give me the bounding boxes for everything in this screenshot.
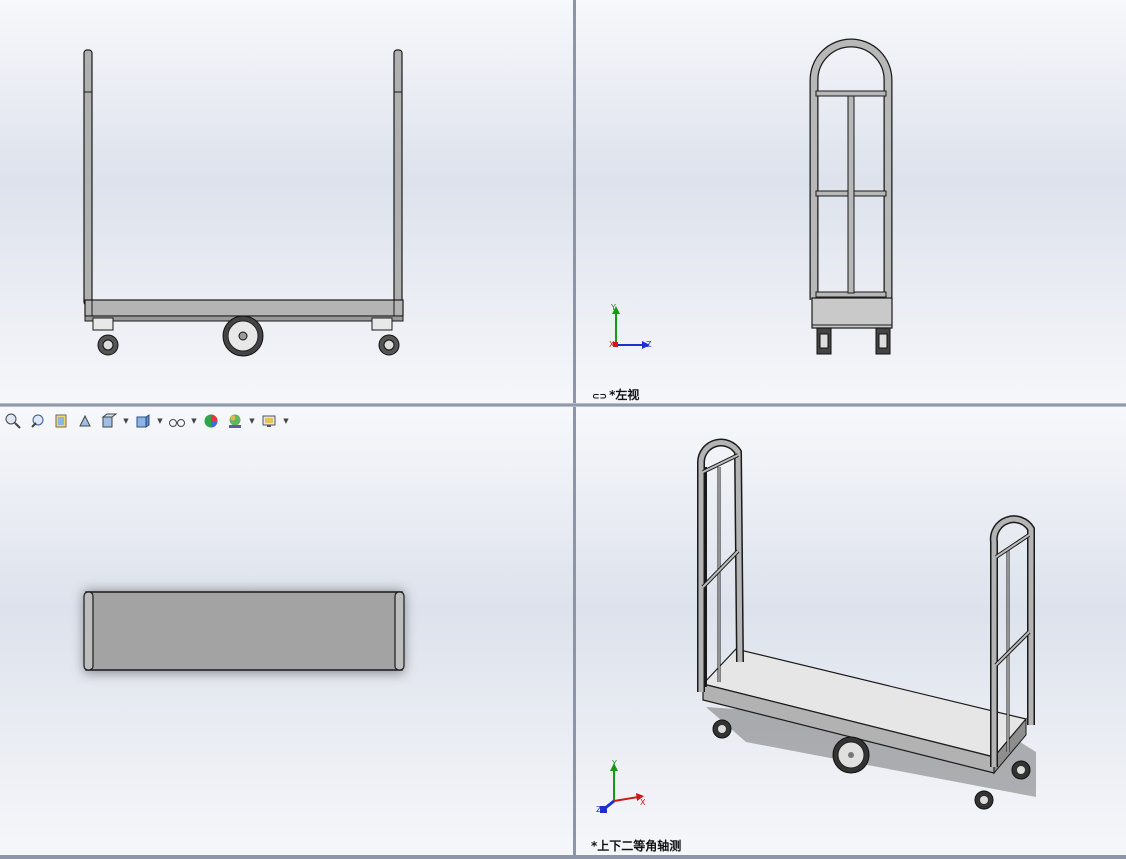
triad-x-label: X — [609, 340, 615, 349]
viewport-splitter-horizontal[interactable] — [0, 403, 1126, 407]
coordinate-triad-iso — [600, 763, 644, 813]
isometric-view-label: *上下二等角轴测 — [591, 839, 682, 853]
left-view-label: ⊂⊃ *左视 — [592, 388, 640, 402]
view-link-icon: ⊂⊃ — [592, 392, 608, 402]
triad-iso-z-label: Z — [596, 805, 602, 814]
front-viewport[interactable] — [0, 0, 573, 403]
triad-y-label: Y — [611, 303, 616, 312]
triad-iso-x-label: X — [640, 798, 646, 807]
isometric-viewport[interactable]: Y X Z *上下二等角轴测 — [576, 407, 1126, 856]
front-view-cart — [83, 49, 404, 357]
triad-iso-y-label: Y — [612, 759, 617, 768]
top-viewport[interactable]: ▼ ▼ ▼ ▼ ▼ — [0, 407, 573, 856]
left-viewport[interactable]: Y Z X ⊂⊃ *左视 — [576, 0, 1126, 403]
coordinate-triad — [612, 306, 650, 349]
top-view-cart — [83, 591, 405, 673]
viewport-splitter-vertical[interactable] — [573, 0, 576, 859]
triad-z-label: Z — [646, 340, 652, 349]
bottom-border — [0, 855, 1126, 859]
